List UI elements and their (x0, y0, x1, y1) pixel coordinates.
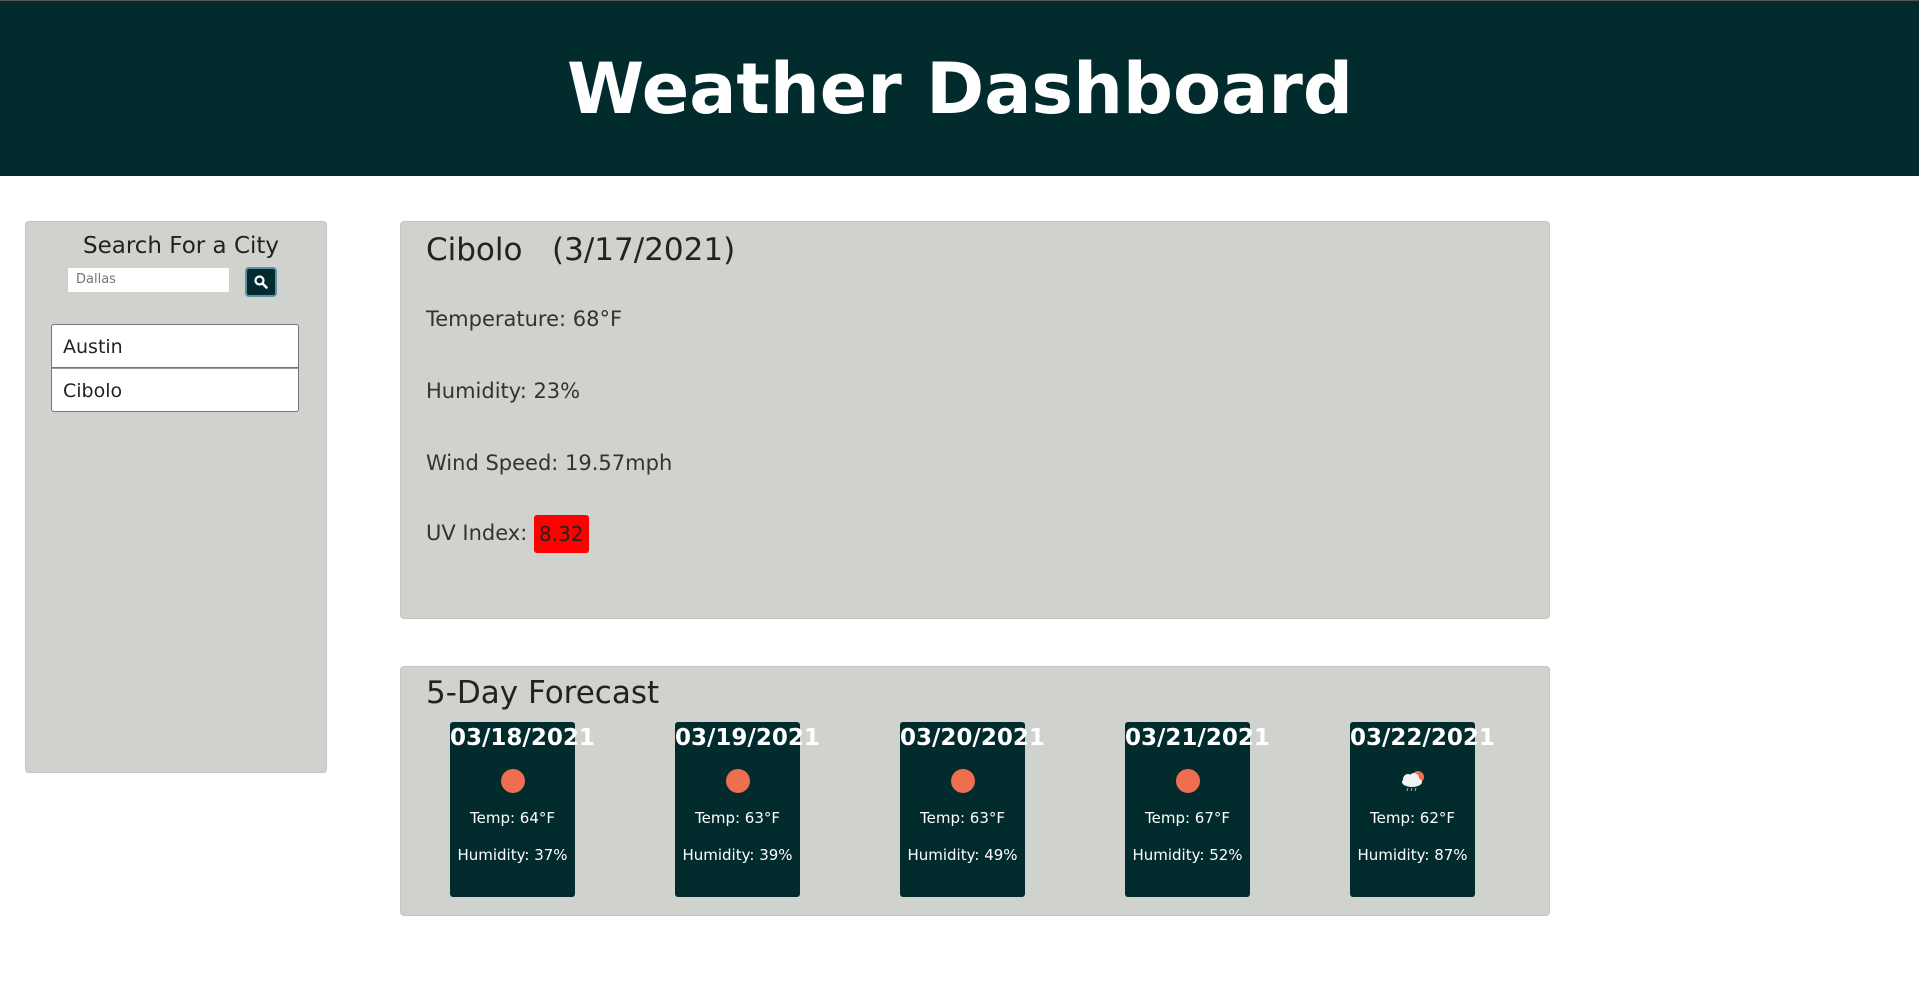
sun-icon (500, 769, 525, 793)
temperature-text: Temperature: 68°F (426, 307, 623, 331)
uv-index-label: UV Index: (426, 521, 534, 545)
search-button[interactable] (245, 267, 277, 297)
search-sidebar: Search For a City Austin Cibolo (25, 221, 327, 773)
forecast-humidity: Humidity: 52% (1132, 846, 1243, 864)
forecast-humidity: Humidity: 49% (907, 846, 1018, 864)
history-item-cibolo[interactable]: Cibolo (51, 368, 299, 412)
current-date: (3/17/2021) (552, 232, 736, 268)
uv-index-row: UV Index: 8.32 (426, 515, 589, 553)
forecast-date: 03/20/2021 (900, 725, 1045, 751)
forecast-date: 03/22/2021 (1350, 725, 1495, 751)
humidity-text: Humidity: 23% (426, 379, 581, 403)
history-item-austin[interactable]: Austin (51, 324, 299, 368)
page-header: Weather Dashboard (0, 0, 1920, 176)
forecast-date: 03/19/2021 (675, 725, 820, 751)
forecast-temp: Temp: 63°F (919, 809, 1005, 827)
forecast-card: 03/21/2021 Temp: 67°F Humidity: 52% (1125, 722, 1270, 897)
search-title: Search For a City (82, 233, 280, 259)
wind-speed-text: Wind Speed: 19.57mph (426, 451, 673, 475)
forecast-panel: 5-Day Forecast 03/18/2021 Temp: 64°F Hum… (400, 666, 1550, 916)
current-weather-panel: Cibolo (3/17/2021) Temperature: 68°F Hum… (400, 221, 1550, 619)
forecast-temp: Temp: 64°F (469, 809, 555, 827)
sun-icon (950, 769, 975, 793)
current-city-heading: Cibolo (3/17/2021) (426, 232, 735, 268)
forecast-date: 03/18/2021 (450, 725, 595, 751)
forecast-humidity: Humidity: 87% (1357, 846, 1468, 864)
forecast-temp: Temp: 67°F (1144, 809, 1230, 827)
forecast-temp: Temp: 62°F (1369, 809, 1455, 827)
sun-icon (725, 769, 750, 793)
current-city: Cibolo (426, 232, 523, 268)
forecast-temp: Temp: 63°F (694, 809, 780, 827)
rain-cloud-sun-icon (1401, 771, 1424, 792)
city-search-input[interactable] (67, 267, 230, 293)
forecast-title: 5-Day Forecast (426, 675, 660, 711)
forecast-card: 03/22/2021 Temp: 62°F Humidity: 87% (1350, 722, 1495, 897)
search-icon (254, 275, 268, 289)
forecast-card: 03/19/2021 Temp: 63°F Humidity: 39% (675, 722, 820, 897)
forecast-humidity: Humidity: 39% (682, 846, 793, 864)
sun-icon (1175, 769, 1200, 793)
forecast-humidity: Humidity: 37% (457, 846, 568, 864)
forecast-card: 03/20/2021 Temp: 63°F Humidity: 49% (900, 722, 1045, 897)
uv-index-badge: 8.32 (533, 515, 589, 553)
search-history-list: Austin Cibolo (51, 324, 299, 412)
forecast-date: 03/21/2021 (1125, 725, 1270, 751)
forecast-card: 03/18/2021 Temp: 64°F Humidity: 37% (450, 722, 595, 897)
page-title: Weather Dashboard (567, 47, 1353, 130)
